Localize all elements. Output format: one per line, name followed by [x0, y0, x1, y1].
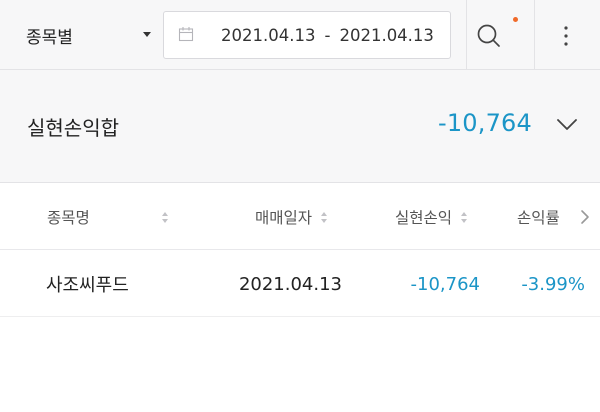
column-header-label: 손익률	[517, 209, 560, 227]
filter-select-label: 종목별	[26, 27, 73, 48]
column-header-date[interactable]: 매매일자	[255, 184, 328, 250]
column-header-rate[interactable]: 손익률	[517, 184, 560, 250]
table-row[interactable]: 사조씨푸드 2021.04.13 -10,764 -3.99%	[0, 251, 600, 317]
column-header-label: 종목명	[47, 209, 90, 227]
filter-select[interactable]: 종목별	[0, 0, 162, 70]
table-header: 종목명 매매일자 실현손익 손익률	[0, 184, 600, 250]
calendar-icon	[178, 27, 194, 42]
caret-down-icon	[143, 32, 151, 37]
sort-icon	[461, 211, 468, 223]
toolbar-divider	[534, 0, 535, 70]
row-return-rate: -3.99%	[521, 273, 585, 295]
date-range-picker[interactable]: 2021.04.13 - 2021.04.13	[163, 11, 451, 59]
date-to: 2021.04.13	[339, 25, 434, 45]
row-trade-date: 2021.04.13	[238, 273, 342, 295]
chevron-right-icon[interactable]	[580, 209, 590, 225]
date-range-text: 2021.04.13 - 2021.04.13	[221, 12, 434, 58]
chevron-down-icon[interactable]	[556, 118, 578, 132]
more-vertical-icon	[564, 26, 568, 46]
toolbar: 종목별 2021.04.13 - 2021.04.13	[0, 0, 600, 70]
search-button[interactable]	[467, 14, 518, 58]
summary-value: -10,764	[437, 109, 532, 137]
sort-icon	[321, 211, 328, 223]
column-header-label: 매매일자	[255, 209, 313, 227]
column-header-pnl[interactable]: 실현손익	[395, 184, 468, 250]
column-header-label: 실현손익	[395, 209, 453, 227]
sort-icon	[161, 211, 168, 223]
search-icon	[477, 24, 500, 47]
summary-panel: 실현손익합 -10,764	[0, 70, 600, 183]
row-realized-pnl: -10,764	[410, 273, 480, 295]
date-from: 2021.04.13	[221, 25, 316, 45]
column-header-name[interactable]: 종목명	[47, 184, 169, 250]
row-stock-name: 사조씨푸드	[46, 275, 129, 296]
summary-title: 실현손익합	[27, 116, 119, 140]
more-button[interactable]	[546, 16, 586, 56]
date-separator: -	[324, 25, 331, 45]
notification-dot	[513, 17, 518, 22]
